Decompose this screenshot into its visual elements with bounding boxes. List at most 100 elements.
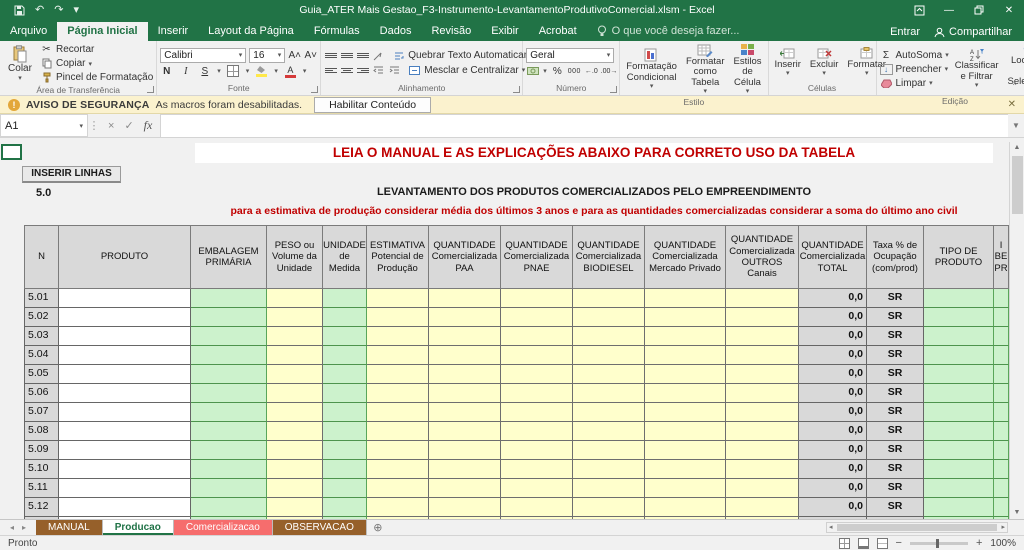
cell-embalagem-5.06[interactable] <box>191 384 267 403</box>
cell-tipo-5.02[interactable] <box>924 308 994 327</box>
cell-mercado-5.11[interactable] <box>645 479 726 498</box>
cell-taxa-5.06[interactable]: SR <box>867 384 924 403</box>
cell-mercado-5.06[interactable] <box>645 384 726 403</box>
clipboard-dialog-launcher-icon[interactable] <box>147 86 154 93</box>
cell-unidade-5.02[interactable] <box>323 308 367 327</box>
cut-button[interactable]: ✂ Recortar <box>40 43 153 56</box>
cell-mercado-5.02[interactable] <box>645 308 726 327</box>
cell-unidade-5.11[interactable] <box>323 479 367 498</box>
new-sheet-icon[interactable]: ⊕ <box>367 520 389 535</box>
cell-outros-5.10[interactable] <box>726 460 799 479</box>
cell-produto-5.07[interactable] <box>59 403 191 422</box>
cell-extra-5.01[interactable] <box>994 289 1009 308</box>
cell-estimativa-5.06[interactable] <box>367 384 429 403</box>
cell-embalagem-5.09[interactable] <box>191 441 267 460</box>
cell-estimativa-5.05[interactable] <box>367 365 429 384</box>
collapse-ribbon-icon[interactable]: ⌃ <box>1011 82 1018 91</box>
increase-indent-icon[interactable] <box>388 64 401 77</box>
cell-peso-5.10[interactable] <box>267 460 323 479</box>
cell-paa-5.06[interactable] <box>429 384 501 403</box>
cell-produto-5.10[interactable] <box>59 460 191 479</box>
tell-me-box[interactable]: O que você deseja fazer... <box>587 25 878 41</box>
cancel-entry-icon[interactable]: × <box>108 120 114 132</box>
cell-outros-5.07[interactable] <box>726 403 799 422</box>
cell-outros-5.02[interactable] <box>726 308 799 327</box>
scroll-down-icon[interactable]: ▼ <box>1014 507 1021 519</box>
cell-tipo-5.03[interactable] <box>924 327 994 346</box>
decrease-indent-icon[interactable] <box>372 64 385 77</box>
orientation-icon[interactable] <box>372 49 385 62</box>
ribbon-tab-acrobat[interactable]: Acrobat <box>529 22 587 41</box>
cell-total-5.06[interactable]: 0,0 <box>799 384 867 403</box>
cell-tipo-5.11[interactable] <box>924 479 994 498</box>
cell-estimativa-5.07[interactable] <box>367 403 429 422</box>
worksheet[interactable]: LEIA O MANUAL E AS EXPLICAÇÕES ABAIXO PA… <box>0 138 1024 519</box>
cell-biodiesel-5.01[interactable] <box>573 289 645 308</box>
cell-total-5.07[interactable]: 0,0 <box>799 403 867 422</box>
cell-pnae-5.02[interactable] <box>501 308 573 327</box>
cell-n-5.11[interactable]: 5.11 <box>24 479 59 498</box>
cell-n-5.07[interactable]: 5.07 <box>24 403 59 422</box>
cell-produto-5.05[interactable] <box>59 365 191 384</box>
cell-taxa-5.04[interactable]: SR <box>867 346 924 365</box>
column-header-embalagem[interactable]: EMBALAGEM PRIMÁRIA <box>191 225 267 289</box>
formula-input[interactable] <box>161 114 1008 137</box>
cell-extra-5.06[interactable] <box>994 384 1009 403</box>
cell-paa-5.01[interactable] <box>429 289 501 308</box>
font-family-select[interactable]: Calibri ▾ <box>160 48 246 63</box>
cell-paa-5.05[interactable] <box>429 365 501 384</box>
borders-icon[interactable] <box>227 65 240 78</box>
underline-button[interactable]: S <box>198 65 211 78</box>
align-left-icon[interactable] <box>324 64 337 77</box>
cell-n-5.04[interactable]: 5.04 <box>24 346 59 365</box>
cell-tipo-5.12[interactable] <box>924 498 994 517</box>
cell-outros-5.09[interactable] <box>726 441 799 460</box>
column-header-mercado[interactable]: QUANTIDADE Comercializada Mercado Privad… <box>645 225 726 289</box>
cell-unidade-5.08[interactable] <box>323 422 367 441</box>
font-dialog-launcher-icon[interactable] <box>311 86 318 93</box>
cell-mercado-5.12[interactable] <box>645 498 726 517</box>
cell-tipo-5.06[interactable] <box>924 384 994 403</box>
merge-center-button[interactable]: Mesclar e Centralizar ▾ <box>408 64 525 77</box>
align-right-icon[interactable] <box>356 64 369 77</box>
cell-peso-5.11[interactable] <box>267 479 323 498</box>
cell-total-5.12[interactable]: 0,0 <box>799 498 867 517</box>
cell-extra-5.10[interactable] <box>994 460 1009 479</box>
cell-pnae-5.10[interactable] <box>501 460 573 479</box>
cell-total-5.02[interactable]: 0,0 <box>799 308 867 327</box>
cell-unidade-5.03[interactable] <box>323 327 367 346</box>
cell-peso-5.02[interactable] <box>267 308 323 327</box>
cell-peso-5.05[interactable] <box>267 365 323 384</box>
cell-n-5.08[interactable]: 5.08 <box>24 422 59 441</box>
cell-pnae-5.01[interactable] <box>501 289 573 308</box>
cell-unidade-5.10[interactable] <box>323 460 367 479</box>
formula-bar-splitter[interactable]: ⋮ <box>88 114 100 137</box>
cell-tipo-5.10[interactable] <box>924 460 994 479</box>
cell-mercado-5.09[interactable] <box>645 441 726 460</box>
column-header-peso[interactable]: PESO ou Volume da Unidade <box>267 225 323 289</box>
cell-biodiesel-5.08[interactable] <box>573 422 645 441</box>
save-icon[interactable] <box>14 5 25 16</box>
cell-total-5.09[interactable]: 0,0 <box>799 441 867 460</box>
cell-embalagem-5.07[interactable] <box>191 403 267 422</box>
cell-unidade-5.05[interactable] <box>323 365 367 384</box>
cell-outros-5.03[interactable] <box>726 327 799 346</box>
cell-embalagem-5.10[interactable] <box>191 460 267 479</box>
cell-paa-5.12[interactable] <box>429 498 501 517</box>
cell-taxa-5.01[interactable]: SR <box>867 289 924 308</box>
decrease-font-size-icon[interactable]: A˅ <box>304 49 317 62</box>
expand-formula-bar-icon[interactable]: ▼ <box>1008 114 1024 137</box>
cell-produto-5.01[interactable] <box>59 289 191 308</box>
cell-biodiesel-5.12[interactable] <box>573 498 645 517</box>
minimize-icon[interactable]: — <box>934 0 964 20</box>
cell-unidade-5.01[interactable] <box>323 289 367 308</box>
cell-taxa-5.09[interactable]: SR <box>867 441 924 460</box>
cell-embalagem-5.04[interactable] <box>191 346 267 365</box>
cell-mercado-5.01[interactable] <box>645 289 726 308</box>
cell-tipo-5.08[interactable] <box>924 422 994 441</box>
cell-unidade-5.06[interactable] <box>323 384 367 403</box>
cell-biodiesel-5.07[interactable] <box>573 403 645 422</box>
sheet-tab-manual[interactable]: MANUAL <box>36 520 103 535</box>
zoom-slider[interactable] <box>910 542 968 545</box>
column-header-n[interactable]: N <box>24 225 59 289</box>
